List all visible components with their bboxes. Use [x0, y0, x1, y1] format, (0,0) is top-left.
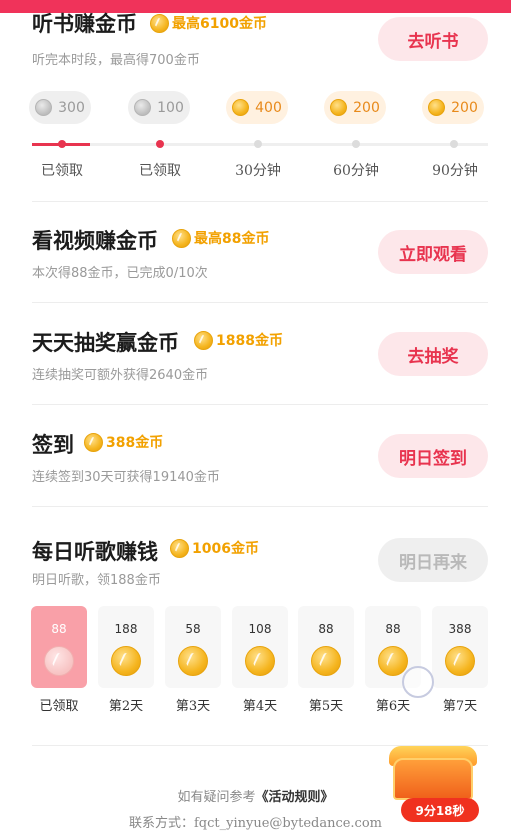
milestone-label: 已领取 [139, 163, 181, 179]
music-task-title: 每日听歌赚钱 [32, 539, 158, 564]
listen-task-desc: 听完本时段，最高得700金币 [32, 53, 200, 68]
coin-icon [150, 13, 169, 33]
chest-timer[interactable]: 9分18秒 [401, 798, 479, 822]
music-task-desc: 明日听歌，领188金币 [32, 573, 161, 588]
divider [32, 506, 488, 507]
day-card[interactable]: 88 [31, 606, 87, 688]
day-label: 第4天 [242, 699, 278, 714]
progress-dot [58, 140, 66, 148]
coin-icon [378, 646, 408, 676]
coin-icon [178, 646, 208, 676]
coin-icon [170, 538, 189, 558]
milestone-label: 60分钟 [333, 163, 379, 179]
rules-link[interactable]: 《活动规则》 [256, 790, 334, 805]
coin-icon [232, 99, 250, 116]
coin-icon [35, 99, 53, 116]
day-label: 第7天 [442, 699, 478, 714]
coin-icon [428, 99, 446, 116]
day-label: 第5天 [308, 699, 344, 714]
lottery-task-reward: 1888金币 [194, 330, 283, 350]
signin-button[interactable]: 明日签到 [378, 434, 488, 478]
progress-dot [156, 140, 164, 148]
listen-task-reward: 最高6100金币 [150, 13, 267, 33]
footer-question-prefix: 如有疑问参考 [177, 790, 256, 805]
day-label: 第6天 [375, 699, 411, 714]
day-label: 第3天 [175, 699, 211, 714]
day-card[interactable]: 58 [165, 606, 221, 688]
come-back-tomorrow-button[interactable]: 明日再来 [378, 538, 488, 582]
milestone-amount: 100 [157, 99, 184, 116]
divider [32, 302, 488, 303]
coin-icon [172, 228, 191, 248]
coin-icon [44, 646, 74, 676]
signin-task-title: 签到 [32, 432, 74, 457]
day-label: 已领取 [39, 699, 79, 714]
listen-button[interactable]: 去听书 [378, 17, 488, 61]
chest-body [393, 758, 473, 800]
coin-icon [245, 646, 275, 676]
signin-task-reward: 388金币 [84, 432, 163, 452]
footer-contact-prefix: 联系方式： [128, 816, 194, 831]
day-amount: 188 [114, 622, 138, 636]
video-task-reward: 最高88金币 [172, 228, 269, 248]
listen-task-title: 听书赚金币 [32, 11, 137, 36]
coin-icon [330, 99, 348, 116]
lottery-task-reward-text: 1888金币 [216, 333, 283, 349]
video-task-desc: 本次得88金币，已完成0/10次 [32, 266, 208, 281]
touch-indicator [402, 666, 434, 698]
progress-dot [450, 140, 458, 148]
contact-email: fqct_yinyue@bytedance.com [194, 816, 382, 831]
milestone-bubble: 100 [128, 91, 190, 124]
lottery-task-title: 天天抽奖赢金币 [32, 330, 179, 355]
milestone-bubble: 200 [324, 91, 386, 124]
day-amount: 88 [385, 622, 401, 636]
milestone-amount: 300 [58, 99, 85, 116]
video-task-title: 看视频赚金币 [32, 228, 158, 253]
day-amount: 108 [248, 622, 272, 636]
milestone-bubble: 400 [226, 91, 288, 124]
day-amount: 58 [185, 622, 201, 636]
music-task-reward: 1006金币 [170, 538, 259, 558]
coin-icon [134, 99, 152, 116]
milestone-label: 30分钟 [235, 163, 281, 179]
coin-icon [311, 646, 341, 676]
day-card[interactable]: 188 [98, 606, 154, 688]
milestone-label: 已领取 [41, 163, 83, 179]
lottery-task-desc: 连续抽奖可额外获得2640金币 [32, 368, 209, 383]
signin-task-reward-text: 388金币 [106, 435, 164, 451]
day-card[interactable]: 108 [232, 606, 288, 688]
day-amount: 88 [318, 622, 334, 636]
lottery-button[interactable]: 去抽奖 [378, 332, 488, 376]
day-amount: 388 [448, 622, 472, 636]
video-task-reward-text: 最高88金币 [194, 231, 270, 247]
day-card[interactable]: 388 [432, 606, 488, 688]
coin-icon [445, 646, 475, 676]
milestone-label: 90分钟 [432, 163, 478, 179]
milestone-bubble: 300 [29, 91, 91, 124]
treasure-chest-icon[interactable] [387, 742, 479, 804]
milestone-amount: 400 [255, 99, 282, 116]
day-card[interactable]: 88 [298, 606, 354, 688]
milestone-amount: 200 [451, 99, 478, 116]
progress-dot [254, 140, 262, 148]
signin-task-desc: 连续签到30天可获得19140金币 [32, 470, 220, 485]
listen-task-reward-text: 最高6100金币 [172, 16, 267, 32]
day-label: 第2天 [108, 699, 144, 714]
divider [32, 201, 488, 202]
milestone-amount: 200 [353, 99, 380, 116]
coin-icon [84, 432, 103, 452]
coin-icon [194, 330, 213, 350]
music-task-reward-text: 1006金币 [192, 541, 259, 557]
divider [32, 404, 488, 405]
coin-icon [111, 646, 141, 676]
milestone-bubble: 200 [422, 91, 484, 124]
watch-video-button[interactable]: 立即观看 [378, 230, 488, 274]
day-amount: 88 [51, 622, 67, 636]
progress-dot [352, 140, 360, 148]
